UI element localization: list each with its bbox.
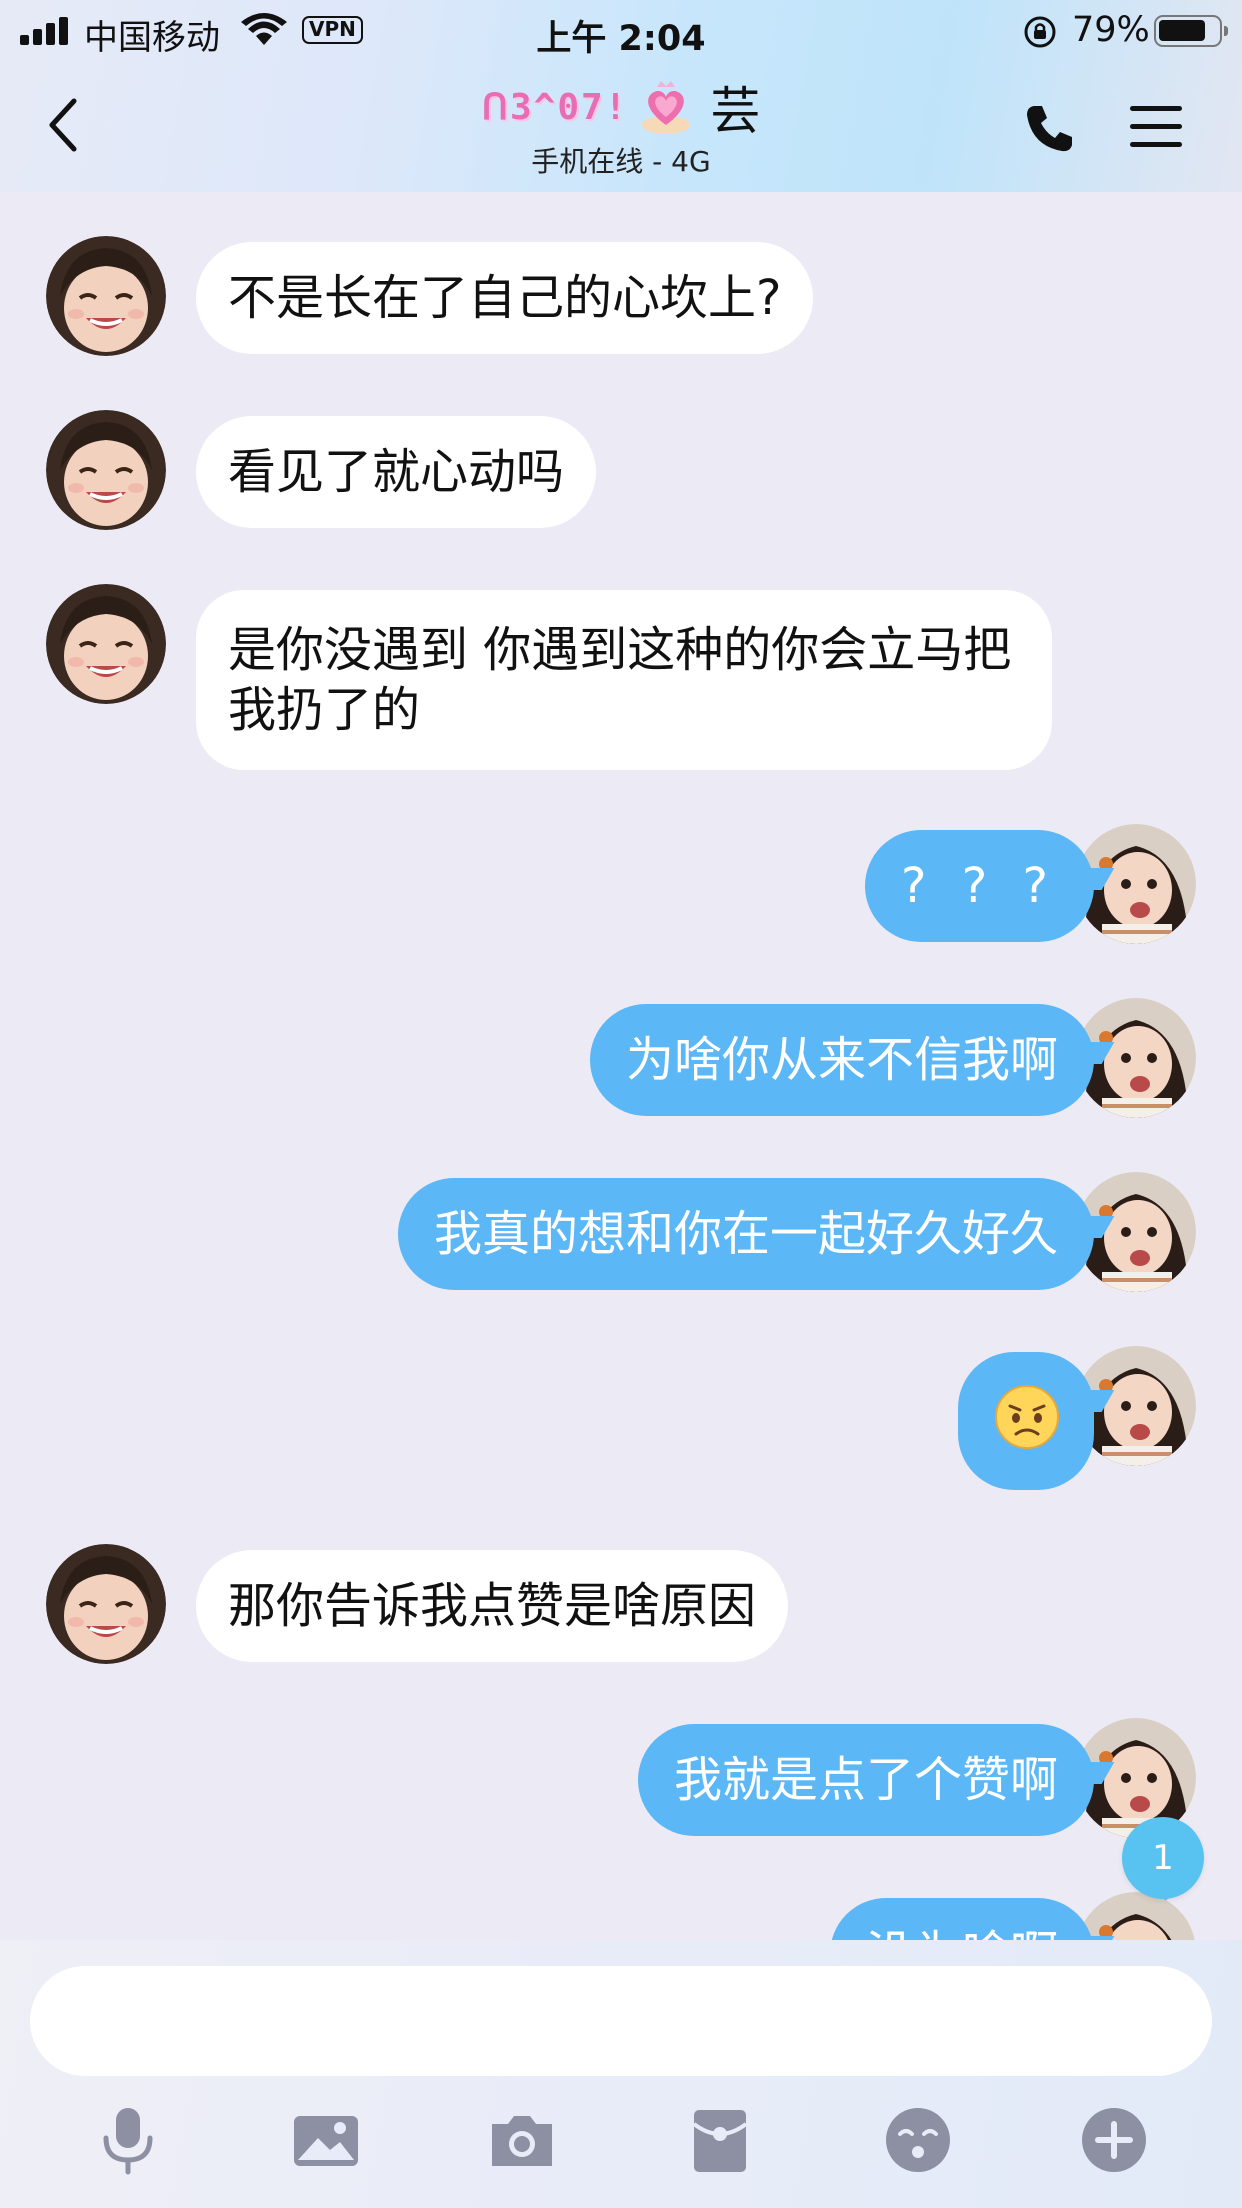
menu-icon[interactable]: [1128, 102, 1184, 152]
contact-avatar[interactable]: [46, 236, 166, 356]
title-decoration: ᑎ3^07!: [481, 86, 629, 128]
heart-crown-icon: [642, 81, 691, 134]
outgoing-message[interactable]: 我就是点了个赞啊: [637, 1724, 1094, 1836]
outgoing-message[interactable]: 为啥你从来不信我啊: [589, 1004, 1094, 1116]
outgoing-message[interactable]: ? ? ?: [865, 830, 1094, 942]
incoming-message[interactable]: 是你没遇到 你遇到这种的你会立马把我扔了的: [196, 590, 1052, 770]
rotation-lock-icon: [1024, 16, 1056, 48]
my-avatar[interactable]: [1076, 1892, 1196, 1940]
image-icon[interactable]: [290, 2104, 362, 2176]
microphone-icon[interactable]: [92, 2104, 164, 2176]
red-packet-icon[interactable]: [684, 2104, 756, 2176]
incoming-message[interactable]: 看见了就心动吗: [196, 416, 597, 528]
outgoing-message[interactable]: 没为啥啊: [829, 1898, 1094, 1940]
chat-header: 中国移动 VPN 上午 2:04 79% ᑎ3^07! 芸 手机在线 - 4G: [0, 0, 1242, 192]
phone-icon[interactable]: [1022, 100, 1078, 156]
contact-name: 芸: [710, 82, 761, 140]
battery-percent: 79%: [1072, 10, 1150, 50]
input-bar: [0, 1940, 1242, 2208]
emoji-icon[interactable]: [882, 2104, 954, 2176]
message-list[interactable]: 不是长在了自己的心坎上? 看见了就心动吗 是你没遇到 你遇到这种的你会立马把我扔…: [0, 192, 1242, 1940]
contact-avatar[interactable]: [46, 1544, 166, 1664]
unread-count-badge[interactable]: 1: [1122, 1817, 1204, 1899]
camera-icon[interactable]: [486, 2104, 558, 2176]
incoming-message[interactable]: 那你告诉我点赞是啥原因: [196, 1550, 789, 1662]
message-input[interactable]: [30, 1966, 1212, 2076]
contact-avatar[interactable]: [46, 584, 166, 704]
incoming-message[interactable]: 不是长在了自己的心坎上?: [196, 242, 814, 354]
battery-icon: [1154, 15, 1228, 47]
status-bar: 中国移动 VPN 上午 2:04 79%: [0, 0, 1242, 62]
disappointed-face-emoji: [995, 1385, 1059, 1449]
outgoing-message[interactable]: 我真的想和你在一起好久好久: [397, 1178, 1094, 1290]
plus-icon[interactable]: [1078, 2104, 1150, 2176]
contact-avatar[interactable]: [46, 410, 166, 530]
outgoing-message[interactable]: [958, 1352, 1094, 1490]
